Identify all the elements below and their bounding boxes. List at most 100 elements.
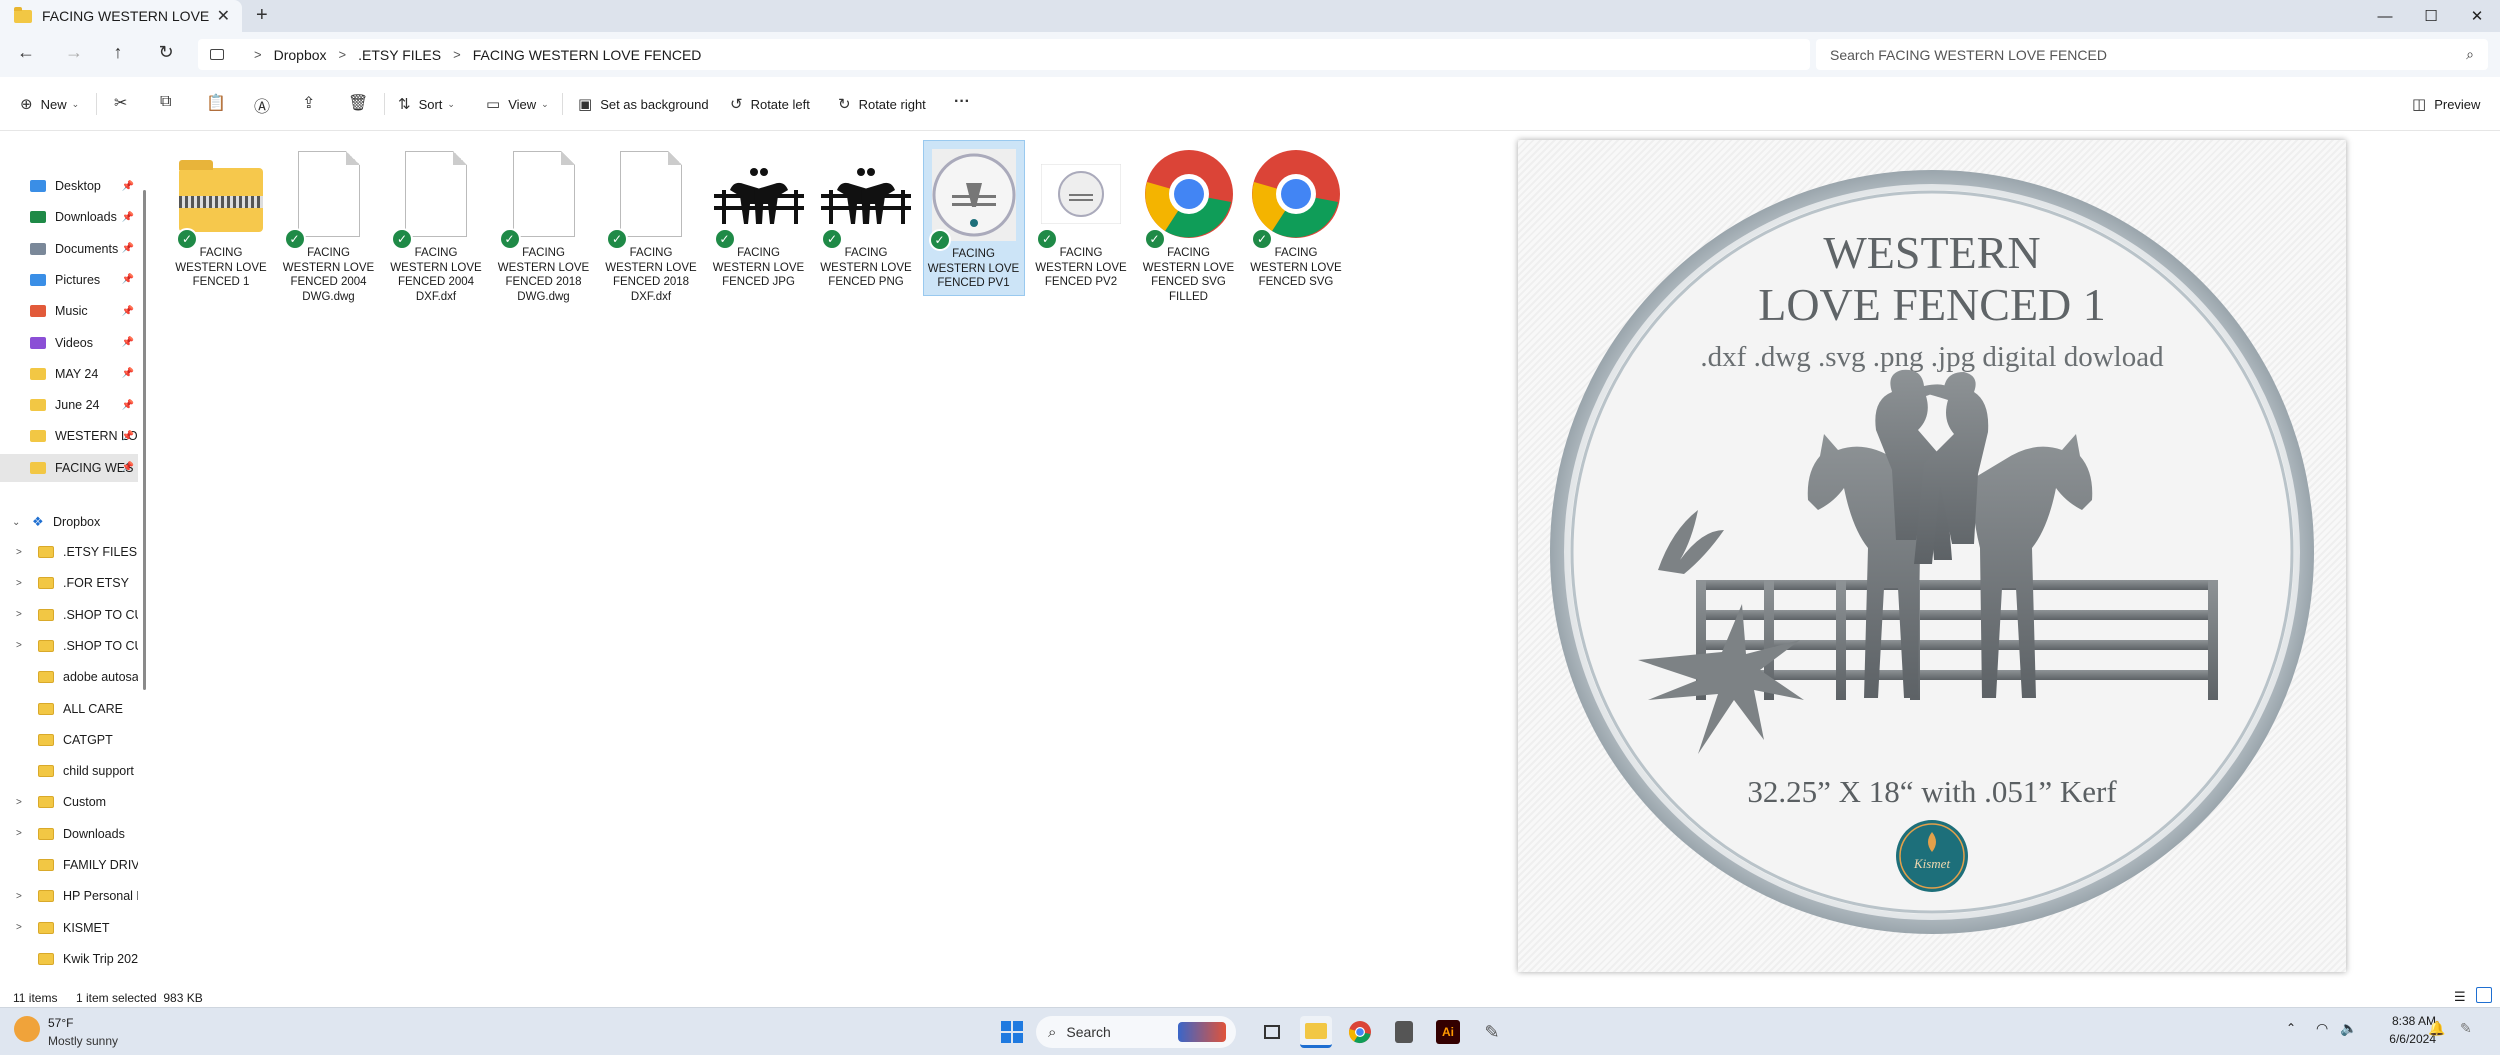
sidebar-scrollbar[interactable]	[143, 190, 146, 690]
document-icon	[512, 151, 575, 237]
details-view-icon[interactable]: ☰	[2454, 989, 2466, 1005]
maximize-button[interactable]: ☐	[2408, 0, 2454, 32]
file-item[interactable]: ✓ FACING WESTERN LOVE FENCED 1	[170, 140, 272, 294]
cut-icon[interactable]: ✂	[114, 93, 127, 113]
illustrator-icon[interactable]: Ai	[1432, 1016, 1464, 1048]
file-item[interactable]: ✓ FACING WESTERN LOVE FENCED 2004 DXF.dxf	[385, 140, 487, 308]
view-icon: ▭	[486, 96, 501, 113]
breadcrumb-current-folder[interactable]: FACING WESTERN LOVE FENCED	[473, 47, 702, 63]
pin-icon: 📌	[121, 305, 134, 317]
file-name: FACING WESTERN LOVE FENCED 1	[175, 247, 267, 288]
sidebar-item-dropbox-folder[interactable]: > Downloads	[0, 820, 138, 848]
large-icons-view-icon[interactable]	[2476, 987, 2492, 1003]
chrome-icon[interactable]	[1344, 1016, 1376, 1048]
share-icon[interactable]: ⇪	[302, 93, 315, 113]
rotate-left-button[interactable]: ↺ Rotate left	[730, 95, 810, 113]
file-item[interactable]: ✓ FACING WESTERN LOVE FENCED 2004 DWG.dwg	[278, 140, 380, 308]
file-item[interactable]: ✓ FACING WESTERN LOVE FENCED PNG	[815, 140, 917, 294]
sidebar-item-quick-access[interactable]: FACING WES 📌	[0, 453, 138, 482]
calculator-icon[interactable]	[1388, 1016, 1420, 1048]
start-button[interactable]	[996, 1016, 1028, 1048]
sidebar-item-quick-access[interactable]: MAY 24 📌	[0, 360, 138, 388]
sidebar-item-dropbox-folder[interactable]: adobe autosav	[0, 663, 138, 691]
weather-desc[interactable]: Mostly sunny	[48, 1034, 118, 1048]
address-bar-row: ← → ↑ ↻ > Dropbox > .ETSY FILES > FACING…	[0, 32, 2500, 77]
copy-icon[interactable]: ⧉	[160, 93, 171, 111]
delete-icon[interactable]: 🗑	[348, 93, 368, 113]
up-arrow-icon[interactable]: ↑	[106, 42, 130, 63]
chevron-up-icon[interactable]: ⌃	[2286, 1021, 2296, 1035]
pen-menu-icon[interactable]: ✎	[2460, 1020, 2472, 1037]
refresh-icon[interactable]: ↻	[154, 42, 178, 63]
sidebar-item-dropbox-folder[interactable]: > .ETSY FILES	[0, 538, 138, 566]
minimize-button[interactable]: —	[2362, 0, 2408, 32]
close-button[interactable]: ✕	[2454, 0, 2500, 32]
sidebar-item-quick-access[interactable]: Pictures 📌	[0, 266, 138, 294]
address-field[interactable]: > Dropbox > .ETSY FILES > FACING WESTERN…	[198, 39, 1810, 70]
volume-icon[interactable]: 🔈	[2340, 1020, 2357, 1037]
file-item[interactable]: ✓ FACING WESTERN LOVE FENCED PV1	[922, 140, 1025, 296]
view-button[interactable]: ▭ View ⌄	[486, 95, 549, 113]
preview-pane-button[interactable]: ◫ Preview	[2412, 95, 2480, 113]
file-name: FACING WESTERN LOVE FENCED PV2	[1035, 247, 1127, 288]
synced-check-icon: ✓	[176, 228, 198, 250]
sidebar-item-quick-access[interactable]: Downloads 📌	[0, 203, 138, 231]
file-thumbnail: ✓	[389, 144, 483, 250]
task-view-icon[interactable]	[1256, 1016, 1288, 1048]
sidebar-item-quick-access[interactable]: Videos 📌	[0, 329, 138, 357]
wifi-icon[interactable]: ◠	[2316, 1020, 2328, 1037]
file-item[interactable]: ✓ FACING WESTERN LOVE FENCED PV2	[1030, 140, 1132, 294]
sidebar-item-label: .SHOP TO CUT	[63, 638, 138, 653]
breadcrumb-etsy-files[interactable]: .ETSY FILES	[358, 47, 441, 63]
notification-bell-icon[interactable]: 🔔	[2428, 1020, 2445, 1037]
sidebar-item-dropbox[interactable]: ⌄ ❖ Dropbox	[0, 508, 138, 536]
logo-text: Kismet	[1913, 856, 1951, 871]
sidebar-item-quick-access[interactable]: Music 📌	[0, 297, 138, 325]
weather-temp[interactable]: 57°F	[48, 1016, 73, 1030]
sidebar-item-dropbox-folder[interactable]: > .SHOP TO CUT	[0, 601, 138, 629]
taskbar-search[interactable]: ⌕ Search	[1036, 1016, 1236, 1048]
clock-date[interactable]: 6/6/2024	[2368, 1032, 2436, 1046]
sidebar-item-dropbox-folder[interactable]: > .FOR ETSY	[0, 569, 138, 597]
sidebar-item-dropbox-folder[interactable]: > HP Personal M	[0, 882, 138, 910]
sidebar-item-dropbox-folder[interactable]: > Custom	[0, 788, 138, 816]
sidebar-item-dropbox-folder[interactable]: > KISMET	[0, 914, 138, 942]
sidebar-item-dropbox-folder[interactable]: child support	[0, 757, 138, 785]
file-item[interactable]: ✓ FACING WESTERN LOVE FENCED 2018 DXF.dxf	[600, 140, 702, 308]
back-arrow-icon[interactable]: ←	[14, 42, 38, 63]
set-as-background-button[interactable]: ▣ Set as background	[578, 95, 709, 113]
sidebar-item-quick-access[interactable]: June 24 📌	[0, 391, 138, 419]
folder-icon	[38, 765, 54, 778]
paste-icon[interactable]: 📋	[206, 93, 226, 113]
rotate-right-button[interactable]: ↻ Rotate right	[838, 95, 926, 113]
rename-icon[interactable]: Ⓐ	[254, 93, 270, 117]
app-pen-icon[interactable]: ✎	[1476, 1016, 1508, 1048]
sidebar-item-dropbox-folder[interactable]: ALL CARE	[0, 695, 138, 723]
sidebar-item-quick-access[interactable]: Desktop 📌	[0, 172, 138, 200]
sort-button[interactable]: ⇅ Sort ⌄	[398, 95, 455, 113]
sidebar-item-dropbox-folder[interactable]: CATGPT	[0, 726, 138, 754]
file-item[interactable]: ✓ FACING WESTERN LOVE FENCED SVG	[1245, 140, 1347, 294]
sidebar-item-dropbox-folder[interactable]: FAMILY DRIVEF	[0, 851, 138, 879]
sidebar-item-dropbox-folder[interactable]: Kwik Trip 2024	[0, 945, 138, 973]
file-item[interactable]: ✓ FACING WESTERN LOVE FENCED 2018 DWG.dwg	[493, 140, 595, 308]
new-tab-button[interactable]: +	[256, 4, 268, 27]
more-options-icon[interactable]: ···	[954, 93, 970, 111]
breadcrumb-dropbox[interactable]: Dropbox	[274, 47, 327, 63]
forward-arrow-icon[interactable]: →	[62, 42, 86, 63]
tab-active[interactable]: FACING WESTERN LOVE FENC ✕	[0, 0, 242, 32]
file-item[interactable]: ✓ FACING WESTERN LOVE FENCED JPG	[708, 140, 810, 294]
new-button[interactable]: ⊕ New ⌄	[20, 95, 79, 113]
sidebar-item-quick-access[interactable]: Documents 📌	[0, 235, 138, 263]
sidebar-item-label: FAMILY DRIVEF	[63, 858, 138, 872]
file-item[interactable]: ✓ FACING WESTERN LOVE FENCED SVG FILLED	[1138, 140, 1240, 308]
sidebar-item-quick-access[interactable]: WESTERN LO 📌	[0, 422, 138, 450]
preview-dimensions: 32.25” X 18“ with .051” Kerf	[1747, 774, 2117, 809]
weather-sun-icon[interactable]	[14, 1016, 40, 1042]
tab-close-button[interactable]: ✕	[217, 6, 230, 26]
sidebar-item-dropbox-folder[interactable]: > .SHOP TO CUT	[0, 632, 138, 660]
clock-time[interactable]: 8:38 AM	[2376, 1014, 2436, 1028]
file-explorer-icon[interactable]	[1300, 1016, 1332, 1048]
search-input[interactable]: Search FACING WESTERN LOVE FENCED ⌕	[1816, 39, 2488, 70]
sidebar-item-label: Custom	[63, 795, 107, 810]
